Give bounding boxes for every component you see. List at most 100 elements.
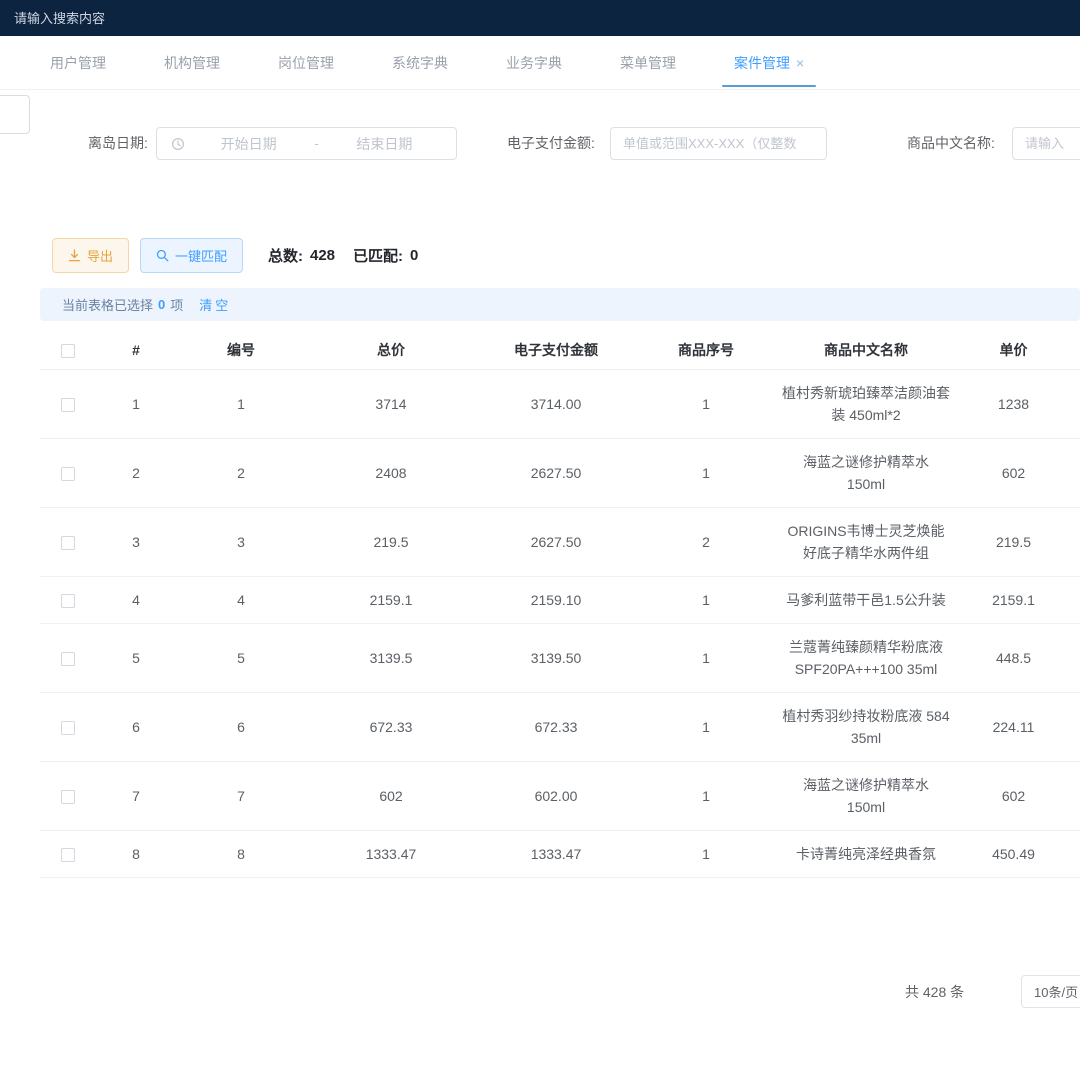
tab-label: 案件管理 <box>734 53 790 73</box>
column-header: 单价 <box>956 339 1071 361</box>
search-icon <box>156 249 169 262</box>
cell-product-name: 卡诗菁纯亮泽经典香氛 <box>776 831 956 877</box>
cell-code: 8 <box>176 831 306 877</box>
date-range-separator: - <box>310 136 322 151</box>
cell-epay-amount: 2627.50 <box>476 519 636 565</box>
export-icon <box>68 249 81 262</box>
cell-code: 4 <box>176 577 306 623</box>
cell-epay-amount: 2159.10 <box>476 577 636 623</box>
cell-index: 5 <box>96 635 176 681</box>
date-range-picker[interactable]: 开始日期 - 结束日期 <box>156 127 457 160</box>
date-filter-label: 离岛日期: <box>88 127 148 160</box>
cell-product-seq: 1 <box>636 831 776 877</box>
tab-user-mgmt[interactable]: 用户管理 <box>38 36 118 89</box>
cell-code: 5 <box>176 635 306 681</box>
product-name-input[interactable] <box>1012 127 1080 160</box>
epay-amount-input[interactable] <box>610 127 827 160</box>
tab-case-mgmt[interactable]: 案件管理 × <box>722 36 816 89</box>
table-row: 1137143714.001植村秀新琥珀臻萃洁颜油套装 450ml*21238 <box>40 370 1080 439</box>
column-header: 电子支付金额 <box>476 339 636 361</box>
column-header: # <box>96 339 176 361</box>
cell-product-name: 马爹利蓝带干邑1.5公升装 <box>776 577 956 623</box>
matched-label: 已匹配: <box>353 245 403 266</box>
one-click-match-button[interactable]: 一键匹配 <box>140 238 243 273</box>
case-table: #编号总价电子支付金额商品序号商品中文名称单价 1137143714.001植村… <box>40 330 1080 904</box>
cell-product-seq: 1 <box>636 704 776 750</box>
tab-system-dict[interactable]: 系统字典 <box>380 36 460 89</box>
table-row: 2224082627.501海蓝之谜修护精萃水 150ml602 <box>40 439 1080 508</box>
cell-product-seq: 1 <box>636 577 776 623</box>
cell-epay-amount: 1333.47 <box>476 831 636 877</box>
tab-menu-mgmt[interactable]: 菜单管理 <box>608 36 688 89</box>
cell-epay-amount: 2627.50 <box>476 450 636 496</box>
cell-product-seq: 1 <box>636 635 776 681</box>
export-button[interactable]: 导出 <box>52 238 129 273</box>
row-checkbox[interactable] <box>61 848 75 862</box>
tab-business-dict[interactable]: 业务字典 <box>494 36 574 89</box>
table-row: 66672.33672.331植村秀羽纱持妆粉底液 584 35ml224.11 <box>40 693 1080 762</box>
table-row: 77602602.001海蓝之谜修护精萃水 150ml602 <box>40 762 1080 831</box>
cell-product-name: 植村秀羽纱持妆粉底液 584 35ml <box>776 693 956 761</box>
cell-epay-amount: 3714.00 <box>476 381 636 427</box>
cell-epay-amount: 3139.50 <box>476 635 636 681</box>
cell-index: 8 <box>96 831 176 877</box>
epay-amount-label: 电子支付金额: <box>507 127 595 160</box>
page-size-select[interactable]: 10条/页 <box>1021 975 1080 1008</box>
top-navbar <box>0 0 1080 36</box>
row-checkbox[interactable] <box>61 721 75 735</box>
cell-unit-price: 602 <box>956 773 1071 819</box>
matched-value: 0 <box>410 247 418 264</box>
cell-unit-price: 602 <box>956 450 1071 496</box>
cell-index: 2 <box>96 450 176 496</box>
row-checkbox[interactable] <box>61 398 75 412</box>
cell-unit-price: 2159.1 <box>956 577 1071 623</box>
total-label: 总数: <box>268 245 303 266</box>
selection-info-bar: 当前表格已选择 0 项 清空 <box>40 288 1080 321</box>
column-header: 商品序号 <box>636 339 776 361</box>
cell-code: 1 <box>176 381 306 427</box>
end-date-placeholder[interactable]: 结束日期 <box>323 134 446 154</box>
table-header-row: #编号总价电子支付金额商品序号商品中文名称单价 <box>40 330 1080 370</box>
selection-suffix: 项 <box>170 295 183 314</box>
tab-org-mgmt[interactable]: 机构管理 <box>152 36 232 89</box>
tab-close-icon[interactable]: × <box>796 56 804 70</box>
cell-product-name: 海蓝之谜修护精萃水 150ml <box>776 762 956 830</box>
tab-label: 岗位管理 <box>278 53 334 73</box>
cell-product-name: 兰蔻菁纯臻颜精华粉底液SPF20PA+++100 35ml <box>776 624 956 692</box>
cell-unit-price: 450.49 <box>956 831 1071 877</box>
tab-post-mgmt[interactable]: 岗位管理 <box>266 36 346 89</box>
select-all-checkbox[interactable] <box>61 344 75 358</box>
row-checkbox[interactable] <box>61 790 75 804</box>
cell-total-price: 3714 <box>306 381 476 427</box>
total-value: 428 <box>310 247 335 264</box>
row-checkbox[interactable] <box>61 652 75 666</box>
cell-epay-amount: 602.00 <box>476 773 636 819</box>
row-checkbox[interactable] <box>61 536 75 550</box>
selection-count: 0 <box>158 297 165 312</box>
table-row: 553139.53139.501兰蔻菁纯臻颜精华粉底液SPF20PA+++100… <box>40 624 1080 693</box>
cell-unit-price: 448.5 <box>956 635 1071 681</box>
cell-code: 6 <box>176 704 306 750</box>
cell-product-name: 植村秀新琥珀臻萃洁颜油套装 450ml*2 <box>776 370 956 438</box>
clear-selection-link[interactable]: 清空 <box>199 295 231 314</box>
column-header: 编号 <box>176 339 306 361</box>
cell-epay-amount: 672.33 <box>476 704 636 750</box>
cell-index: 7 <box>96 773 176 819</box>
cell-index: 3 <box>96 519 176 565</box>
cell-total-price: 219.5 <box>306 519 476 565</box>
tab-label: 系统字典 <box>392 53 448 73</box>
tab-label: 机构管理 <box>164 53 220 73</box>
column-header: 商品中文名称 <box>776 339 956 361</box>
cell-index: 4 <box>96 577 176 623</box>
row-checkbox[interactable] <box>61 467 75 481</box>
start-date-placeholder[interactable]: 开始日期 <box>187 134 310 154</box>
collapsed-panel-fragment[interactable] <box>0 95 30 134</box>
row-checkbox[interactable] <box>61 594 75 608</box>
pagination-total: 共 428 条 <box>905 982 964 1002</box>
tab-bar: 用户管理 机构管理 岗位管理 系统字典 业务字典菜单管理 案件管理 × <box>0 36 1080 90</box>
selection-prefix: 当前表格已选择 <box>62 295 153 314</box>
cell-total-price: 602 <box>306 773 476 819</box>
match-stats: 总数: 428 已匹配: 0 <box>268 238 418 273</box>
global-search-input[interactable] <box>14 11 314 26</box>
cell-total-price: 3139.5 <box>306 635 476 681</box>
